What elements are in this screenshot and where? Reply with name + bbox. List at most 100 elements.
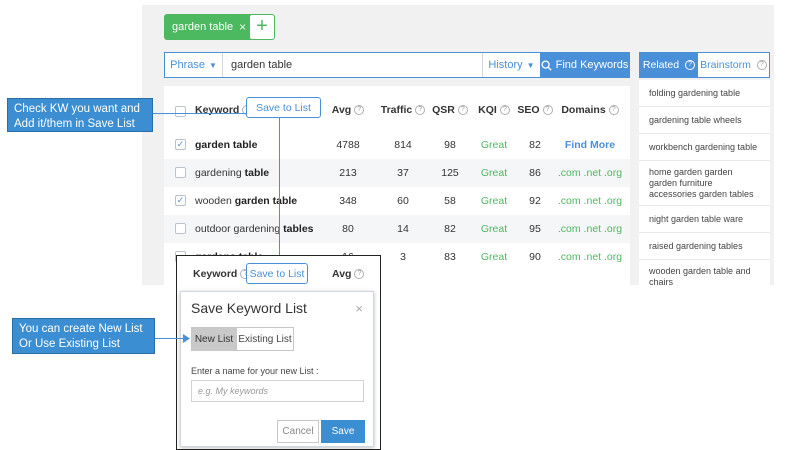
info-icon: ? — [457, 105, 468, 116]
domains-cell: .com .net .org — [557, 223, 623, 235]
qsr-cell: 98 — [444, 139, 456, 151]
seo-cell: 86 — [529, 167, 541, 179]
connector-line — [279, 118, 280, 260]
traffic-cell: 37 — [397, 167, 409, 179]
avg-cell: 4788 — [336, 139, 360, 151]
find-keywords-button[interactable]: Find Keywords — [540, 53, 629, 77]
keyword-tag[interactable]: garden table × — [164, 14, 255, 40]
phrase-dropdown[interactable]: Phrase ▼ — [165, 53, 223, 77]
search-input[interactable]: garden table — [223, 59, 482, 71]
table-row: ✓ wooden garden table 348 60 58 Great 92 .com .… — [164, 187, 630, 215]
list-name-input[interactable]: e.g. My keywords — [191, 380, 364, 402]
col-kqi: KQI? — [474, 104, 514, 116]
kqi-cell: Great — [480, 251, 508, 263]
traffic-cell: 3 — [400, 251, 406, 263]
kqi-cell: Great — [480, 195, 508, 207]
related-keyword-item[interactable]: raised gardening tables — [639, 233, 770, 260]
modal-title: Save Keyword List — [191, 300, 307, 316]
keyword-cell: gardening table — [195, 167, 270, 179]
find-keywords-label: Find Keywords — [555, 59, 629, 71]
keyword-cell: garden table — [195, 139, 258, 151]
close-icon[interactable]: × — [239, 20, 246, 34]
seo-cell: 90 — [529, 251, 541, 263]
table-row: outdoor gardening tables 80 14 82 Great 95 .co… — [164, 215, 630, 243]
domains-cell: .com .net .org — [557, 195, 623, 207]
keyword-tag-label: garden table — [172, 21, 234, 33]
domains-cell[interactable]: Find More — [557, 139, 623, 151]
cancel-button[interactable]: Cancel — [277, 420, 319, 443]
traffic-cell: 60 — [397, 195, 409, 207]
save-button[interactable]: Save — [321, 420, 365, 443]
existing-list-toggle[interactable]: Existing List — [236, 327, 294, 351]
seo-cell: 92 — [529, 195, 541, 207]
keyword-cell: outdoor gardening tables — [195, 223, 314, 235]
related-keyword-item[interactable]: wooden garden table and chairs — [639, 260, 770, 285]
avg-cell: 213 — [339, 167, 357, 179]
row-checkbox[interactable]: ✓ — [175, 195, 186, 206]
info-icon: ? — [608, 105, 619, 116]
select-all-checkbox[interactable] — [175, 106, 186, 117]
kqi-cell: Great — [480, 167, 508, 179]
save-keyword-list-modal: Save Keyword List × New List Existing Li… — [180, 291, 374, 447]
close-icon[interactable]: × — [355, 301, 363, 316]
connector-line — [155, 338, 185, 339]
traffic-cell: 14 — [397, 223, 409, 235]
qsr-cell: 82 — [444, 223, 456, 235]
new-list-toggle[interactable]: New List — [191, 327, 237, 351]
avg-cell: 80 — [342, 223, 354, 235]
related-keyword-item[interactable]: folding gardening table — [639, 80, 770, 107]
traffic-cell: 814 — [394, 139, 412, 151]
avg-cell: 348 — [339, 195, 357, 207]
connector-line — [153, 113, 246, 114]
save-to-list-button[interactable]: Save to List — [246, 97, 321, 118]
related-keyword-item[interactable]: night garden table ware — [639, 206, 770, 233]
table-row: ✓ garden table 4788 814 98 Great 82 Find More — [164, 131, 630, 159]
info-icon: ? — [354, 269, 365, 280]
domains-cell: .com .net .org — [557, 167, 623, 179]
seo-cell: 82 — [529, 139, 541, 151]
search-bar: Phrase ▼ garden table History ▼ Find Key… — [164, 52, 630, 78]
info-icon: ? — [354, 105, 365, 116]
arrow-right-icon — [183, 334, 190, 343]
popup-header-row: Keyword? Save to List Avg? — [177, 256, 380, 292]
kqi-cell: Great — [480, 139, 508, 151]
info-icon: ? — [415, 105, 426, 116]
qsr-cell: 83 — [444, 251, 456, 263]
tab-related[interactable]: Related ? — [640, 53, 698, 77]
callout-top: Check KW you want and Add it/them in Sav… — [7, 98, 153, 132]
row-checkbox[interactable] — [175, 223, 186, 234]
row-checkbox[interactable] — [175, 167, 186, 178]
tab-brainstorm[interactable]: Brainstorm ? — [698, 53, 769, 77]
info-icon: ? — [685, 60, 696, 70]
qsr-cell: 125 — [441, 167, 459, 179]
phrase-label: Phrase — [170, 59, 205, 71]
col-qsr: QSR? — [429, 104, 471, 116]
kqi-cell: Great — [480, 223, 508, 235]
history-label: History — [488, 59, 523, 71]
search-icon — [541, 59, 552, 71]
row-checkbox[interactable]: ✓ — [175, 139, 186, 150]
domains-cell: .com .net .org — [557, 251, 623, 263]
popup-col-keyword: Keyword? — [193, 268, 251, 280]
table-header: Keyword? Avg? Traffic? QSR? KQI? SEO? Do… — [164, 96, 630, 124]
callout-bottom: You can create New List Or Use Existing … — [12, 318, 155, 354]
related-list: folding gardening table gardening table w… — [639, 80, 770, 285]
related-keyword-item[interactable]: workbench gardening table — [639, 134, 770, 161]
chevron-down-icon: ▼ — [526, 60, 535, 70]
col-avg: Avg? — [328, 104, 368, 116]
table-row: gardening table 213 37 125 Great 86 .com .net … — [164, 159, 630, 187]
col-keyword: Keyword? — [195, 104, 253, 116]
col-traffic: Traffic? — [378, 104, 428, 116]
related-keyword-item[interactable]: gardening table wheels — [639, 107, 770, 134]
info-icon: ? — [542, 105, 553, 116]
col-seo: SEO? — [515, 104, 555, 116]
chevron-down-icon: ▼ — [208, 60, 217, 70]
info-icon: ? — [499, 105, 510, 116]
history-dropdown[interactable]: History ▼ — [482, 53, 540, 77]
list-name-label: Enter a name for your new List : — [191, 366, 319, 376]
qsr-cell: 58 — [444, 195, 456, 207]
add-tag-button[interactable]: + — [249, 14, 275, 40]
popup-save-to-list-button[interactable]: Save to List — [246, 263, 308, 284]
info-icon: ? — [756, 60, 767, 70]
related-keyword-item[interactable]: home garden garden garden furniture acce… — [639, 161, 770, 206]
